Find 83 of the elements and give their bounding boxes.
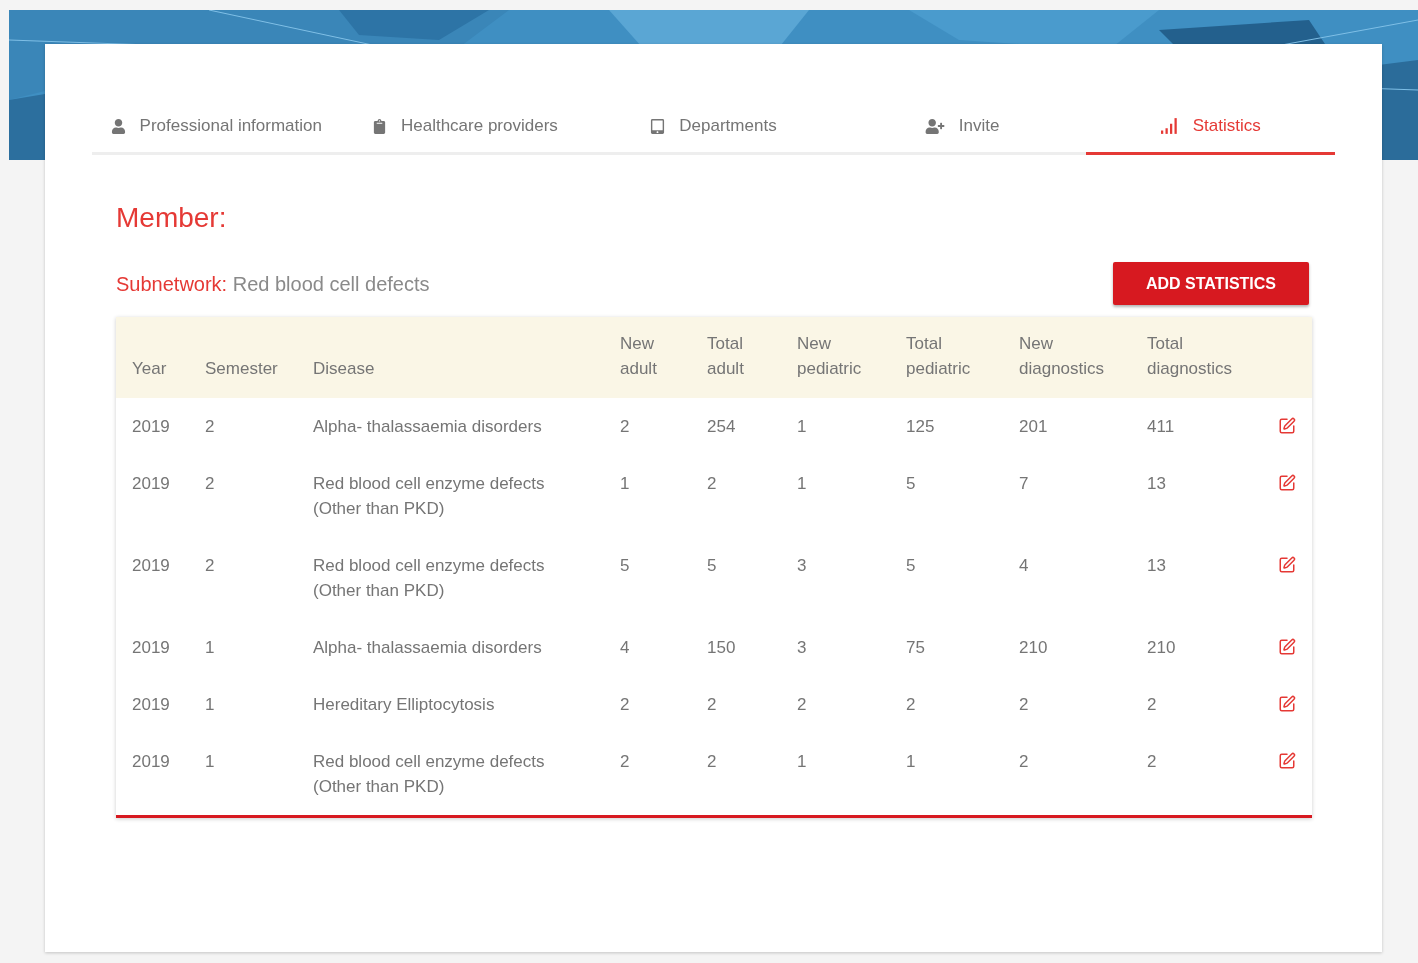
table-cell-text: 2019: [132, 555, 171, 577]
table-cell-text: 1: [620, 473, 631, 495]
table-cell-text: 2: [205, 473, 216, 495]
table-cell-text: 7: [1019, 473, 1030, 495]
member-heading: Member:: [116, 201, 228, 235]
column-header: Total diagnostics: [1147, 333, 1233, 380]
user-icon: [110, 118, 126, 134]
edit-icon[interactable]: [1278, 695, 1296, 713]
table-cell-text: 2: [707, 694, 718, 716]
table-cell-text: 2: [1147, 694, 1158, 716]
table-cell-text: 1: [797, 473, 808, 495]
table-cell-text: 2019: [132, 694, 171, 716]
edit-icon[interactable]: [1278, 417, 1296, 435]
bar-chart-icon: [1160, 118, 1179, 134]
table-cell-text: 2: [205, 555, 216, 577]
table-cell-text: 5: [707, 555, 718, 577]
table-cell-text: 1: [205, 751, 216, 773]
table-cell-text: Alpha- thalassaemia disorders: [313, 637, 543, 659]
add-user-icon: [924, 118, 945, 134]
column-header: Total pediatric: [906, 333, 971, 380]
column-header: Semester: [205, 358, 278, 380]
subnetwork-name: Red blood cell defects: [232, 272, 430, 295]
table-cell-text: 2: [1147, 751, 1158, 773]
table-cell-text: 3: [797, 555, 808, 577]
table-cell-text: 2: [620, 694, 631, 716]
table-cell-text: 2: [906, 694, 917, 716]
edit-icon[interactable]: [1278, 556, 1296, 574]
column-header: New diagnostics: [1019, 333, 1105, 380]
table-cell-text: 5: [906, 473, 917, 495]
table-cell-text: 2: [1019, 694, 1030, 716]
edit-icon[interactable]: [1278, 752, 1296, 770]
table-cell-text: 2: [620, 416, 631, 438]
column-header: New pediatric: [797, 333, 862, 380]
table-cell-text: Hereditary Elliptocytosis: [313, 694, 496, 716]
edit-icon[interactable]: [1278, 474, 1296, 492]
table-cell-text: 2019: [132, 473, 171, 495]
tab[interactable]: Healthcare providers: [340, 100, 590, 155]
table-cell-text: 1: [906, 751, 917, 773]
table-cell-text: 1: [797, 751, 808, 773]
table-cell-text: 1: [797, 416, 808, 438]
column-header: Disease: [313, 358, 375, 380]
clipboard-icon: [371, 118, 387, 134]
table-cell-text: 5: [906, 555, 917, 577]
table-cell-text: Red blood cell enzyme defects (Other than PKD): [313, 751, 546, 798]
table-cell-text: 150: [707, 637, 737, 659]
column-header: Year: [132, 358, 167, 380]
table-cell-text: 13: [1147, 473, 1167, 495]
table-cell-text: 2: [797, 694, 808, 716]
table-cell-text: 2: [1019, 751, 1030, 773]
table-cell-text: 210: [1019, 637, 1049, 659]
tab[interactable]: Departments: [589, 100, 838, 155]
table-cell-text: Alpha- thalassaemia disorders: [313, 416, 543, 438]
table-cell-text: 254: [707, 416, 737, 438]
table-cell-text: 4: [1019, 555, 1030, 577]
table-cell-text: 2019: [132, 637, 171, 659]
table-cell-text: 125: [906, 416, 936, 438]
table-cell-text: 5: [620, 555, 631, 577]
table-cell-text: 2019: [132, 751, 171, 773]
tab[interactable]: Statistics: [1086, 100, 1335, 155]
table-cell-text: 411: [1147, 416, 1176, 438]
table-cell-text: 2: [707, 473, 718, 495]
table-cell-text: 3: [797, 637, 808, 659]
column-header: Total adult: [707, 333, 744, 380]
table-cell-text: Red blood cell enzyme defects (Other than PKD): [313, 473, 546, 520]
table-cell-text: 13: [1147, 555, 1167, 577]
table-cell-text: 75: [906, 637, 926, 659]
table-cell-text: 2019: [132, 416, 171, 438]
table-cell-text: 2: [620, 751, 631, 773]
table-cell-text: 1: [205, 637, 216, 659]
table-cell-text: 2: [205, 416, 216, 438]
table-cell-text: 201: [1019, 416, 1049, 438]
table-cell-text: 4: [620, 637, 631, 659]
table-cell-text: 1: [205, 694, 216, 716]
edit-icon[interactable]: [1278, 638, 1296, 656]
table-cell-text: 210: [1147, 637, 1177, 659]
table-cell-text: Red blood cell enzyme defects (Other than PKD): [313, 555, 546, 602]
tab[interactable]: Professional information: [92, 100, 341, 155]
table-cell-text: 2: [707, 751, 718, 773]
subnetwork-label: Subnetwork:: [116, 272, 228, 295]
tablet-icon: [650, 118, 666, 134]
add-statistics-button[interactable]: ADD STATISTICS: [1113, 262, 1309, 305]
column-header: New adult: [620, 333, 657, 380]
tab[interactable]: Invite: [837, 100, 1087, 155]
